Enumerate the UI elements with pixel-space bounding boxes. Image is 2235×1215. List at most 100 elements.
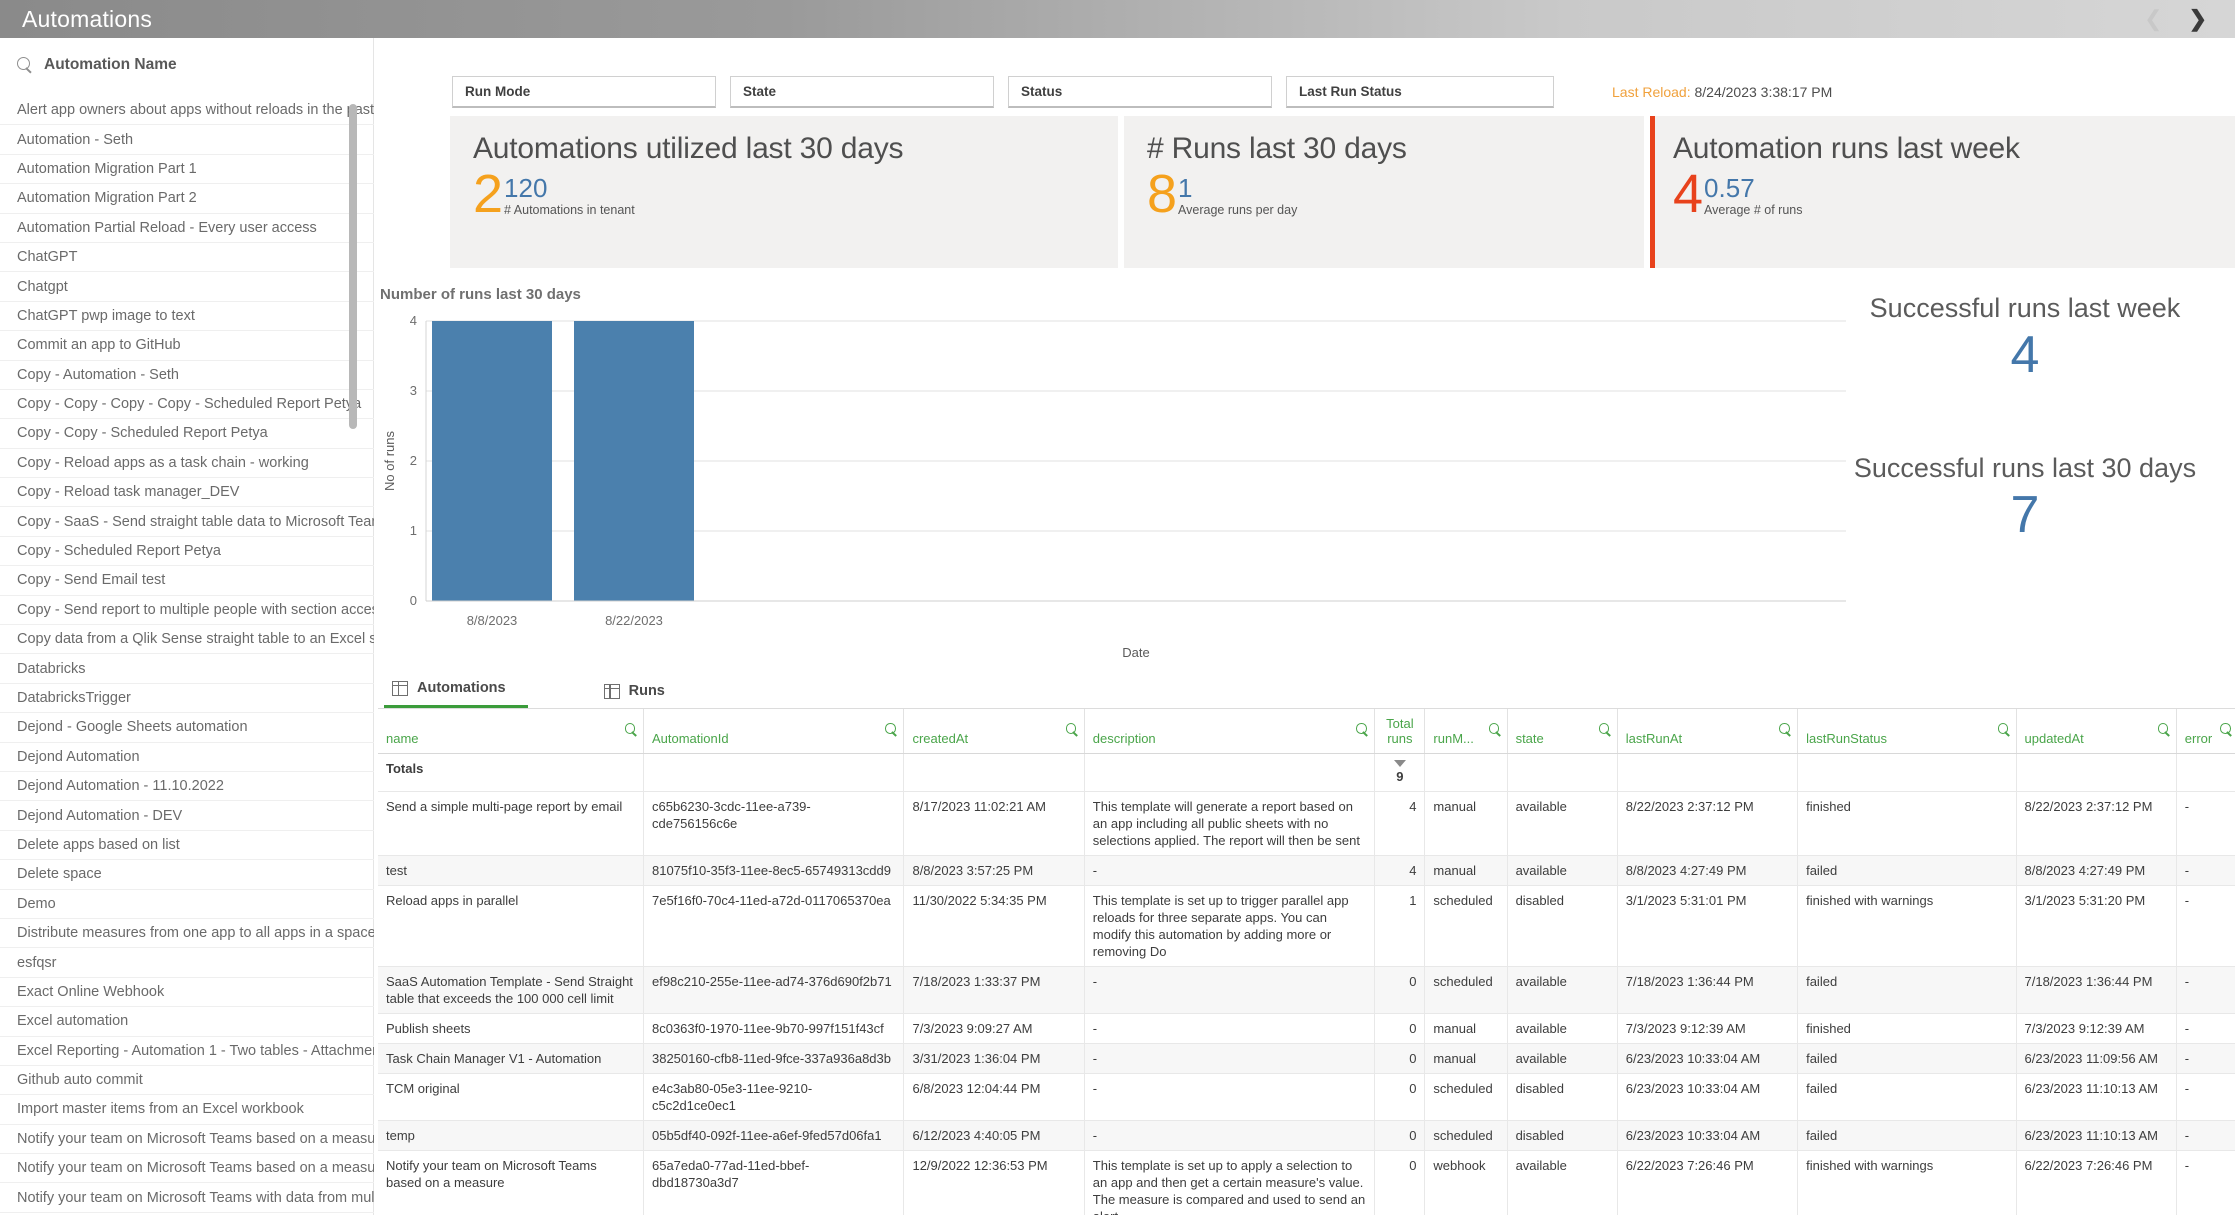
column-search-icon[interactable]: [1489, 723, 1501, 738]
column-search-icon[interactable]: [1356, 723, 1368, 738]
runs-bar-chart[interactable]: Number of runs last 30 days 012348/8/202…: [378, 278, 1858, 698]
column-search-icon[interactable]: [1066, 723, 1078, 738]
kpi-successful-runs-last-week[interactable]: Successful runs last week 4: [1840, 293, 2210, 386]
list-item[interactable]: Copy data from a Qlik Sense straight tab…: [0, 625, 374, 654]
filter-last-run-status[interactable]: Last Run Status: [1286, 76, 1554, 108]
list-item[interactable]: Delete space: [0, 860, 374, 889]
filterpane-scrollbar[interactable]: [349, 96, 357, 1215]
column-header-last_run_status[interactable]: lastRunStatus: [1798, 709, 2016, 753]
table-row[interactable]: Publish sheets8c0363f0-1970-11ee-9b70-99…: [378, 1013, 2235, 1043]
list-item[interactable]: Databricks: [0, 654, 374, 683]
list-item[interactable]: DatabricksTrigger: [0, 684, 374, 713]
filter-status[interactable]: Status: [1008, 76, 1272, 108]
table-row[interactable]: SaaS Automation Template - Send Straight…: [378, 966, 2235, 1013]
list-item[interactable]: Alert app owners about apps without relo…: [0, 96, 374, 125]
list-item[interactable]: Copy - Scheduled Report Petya: [0, 537, 374, 566]
list-item[interactable]: Import master items from an Excel workbo…: [0, 1095, 374, 1124]
list-item[interactable]: Copy - Copy - Scheduled Report Petya: [0, 419, 374, 448]
column-header-name[interactable]: name: [378, 709, 643, 753]
list-item[interactable]: Dejond - Google Sheets automation: [0, 713, 374, 742]
kpi-card-automations-utilized[interactable]: Automations utilized last 30 days 2 120 …: [450, 116, 1118, 268]
filter-state[interactable]: State: [730, 76, 994, 108]
list-item[interactable]: Exact Online Webhook: [0, 978, 374, 1007]
chevron-right-icon[interactable]: ❯: [2189, 8, 2207, 30]
search-icon[interactable]: [17, 57, 33, 73]
totals-cell-updated_at: [2016, 753, 2176, 791]
list-item[interactable]: Copy - Copy - Copy - Copy - Scheduled Re…: [0, 390, 374, 419]
list-item[interactable]: Dejond Automation - DEV: [0, 801, 374, 830]
list-item[interactable]: Delete apps based on list: [0, 831, 374, 860]
table-row[interactable]: temp05b5df40-092f-11ee-a6ef-9fed57d06fa1…: [378, 1120, 2235, 1150]
list-item[interactable]: Github auto commit: [0, 1066, 374, 1095]
list-item[interactable]: Chatgpt: [0, 272, 374, 301]
automations-table[interactable]: nameAutomationIdcreatedAtdescriptionTota…: [378, 708, 2235, 1215]
table-row[interactable]: Task Chain Manager V1 - Automation382501…: [378, 1043, 2235, 1073]
list-item[interactable]: Notify your team on Microsoft Teams base…: [0, 1125, 374, 1154]
list-item[interactable]: Copy - SaaS - Send straight table data t…: [0, 507, 374, 536]
list-item[interactable]: Notify your team on Microsoft Teams base…: [0, 1154, 374, 1183]
kpi-title: # Runs last 30 days: [1129, 116, 1644, 166]
table-row[interactable]: Send a simple multi-page report by email…: [378, 791, 2235, 855]
list-item[interactable]: Copy - Reload apps as a task chain - wor…: [0, 449, 374, 478]
column-header-created_at[interactable]: createdAt: [904, 709, 1084, 753]
kpi-title: Successful runs last 30 days: [1822, 453, 2228, 484]
column-header-updated_at[interactable]: updatedAt: [2016, 709, 2176, 753]
tab-automations[interactable]: Automations: [384, 680, 528, 708]
automation-name-list[interactable]: Alert app owners about apps without relo…: [0, 96, 374, 1215]
filterpane-header[interactable]: Automation Name: [0, 38, 373, 88]
column-header-automation_id[interactable]: AutomationId: [643, 709, 903, 753]
list-item[interactable]: Automation Migration Part 1: [0, 155, 374, 184]
list-item[interactable]: Automation - Seth: [0, 125, 374, 154]
kpi-card-automation-runs-last-week[interactable]: Automation runs last week 4 0.57 Average…: [1650, 116, 2235, 268]
list-item[interactable]: Dejond Automation - 11.10.2022: [0, 772, 374, 801]
y-tick-label: 2: [410, 453, 417, 468]
list-item[interactable]: esfqsr: [0, 948, 374, 977]
list-item[interactable]: ChatGPT pwp image to text: [0, 302, 374, 331]
kpi-card-runs-last-30-days[interactable]: # Runs last 30 days 8 1 Average runs per…: [1124, 116, 1644, 268]
table-row[interactable]: TCM originale4c3ab80-05e3-11ee-9210-c5c2…: [378, 1073, 2235, 1120]
tab-runs[interactable]: Runs: [596, 683, 687, 708]
cell-last_run_at: 7/3/2023 9:12:39 AM: [1617, 1013, 1797, 1043]
kpi-successful-runs-last-30-days[interactable]: Successful runs last 30 days 7: [1822, 453, 2228, 546]
column-header-error[interactable]: error: [2176, 709, 2235, 753]
list-item[interactable]: Excel Reporting - Automation 1 - Two tab…: [0, 1037, 374, 1066]
table-row[interactable]: Reload apps in parallel7e5f16f0-70c4-11e…: [378, 885, 2235, 966]
column-search-icon[interactable]: [2158, 723, 2170, 738]
column-header-description[interactable]: description: [1084, 709, 1375, 753]
list-item[interactable]: Automation Migration Part 2: [0, 184, 374, 213]
column-search-icon[interactable]: [625, 723, 637, 738]
bar[interactable]: [432, 321, 552, 601]
list-item[interactable]: Distribute measures from one app to all …: [0, 919, 374, 948]
filterpane-title: Automation Name: [44, 56, 177, 74]
list-item[interactable]: Excel automation: [0, 1007, 374, 1036]
column-search-icon[interactable]: [1779, 723, 1791, 738]
column-search-icon[interactable]: [1599, 723, 1611, 738]
table-row[interactable]: test81075f10-35f3-11ee-8ec5-65749313cdd9…: [378, 855, 2235, 885]
column-search-icon[interactable]: [1998, 723, 2010, 738]
chevron-left-icon[interactable]: ❮: [2144, 8, 2162, 30]
x-tick-label: 8/22/2023: [605, 613, 663, 628]
bar[interactable]: [574, 321, 694, 601]
column-header-state[interactable]: state: [1507, 709, 1617, 753]
list-item[interactable]: Copy - Send Email test: [0, 566, 374, 595]
column-search-icon[interactable]: [2220, 723, 2232, 738]
list-item[interactable]: Copy - Reload task manager_DEV: [0, 478, 374, 507]
table-row[interactable]: Notify your team on Microsoft Teams base…: [378, 1150, 2235, 1215]
scrollbar-thumb[interactable]: [349, 104, 357, 429]
cell-last_run_at: 6/22/2023 7:26:46 PM: [1617, 1150, 1797, 1215]
list-item[interactable]: Automation Partial Reload - Every user a…: [0, 214, 374, 243]
column-search-icon[interactable]: [885, 723, 897, 738]
list-item[interactable]: Demo: [0, 890, 374, 919]
column-header-total_runs[interactable]: Total runs: [1375, 709, 1425, 753]
totals-cell-last_run_at: [1617, 753, 1797, 791]
sort-desc-icon[interactable]: [1394, 760, 1406, 767]
column-header-run_mode[interactable]: runM...: [1425, 709, 1507, 753]
list-item[interactable]: Notify your team on Microsoft Teams with…: [0, 1183, 374, 1212]
list-item[interactable]: Copy - Send report to multiple people wi…: [0, 596, 374, 625]
filter-run-mode[interactable]: Run Mode: [452, 76, 716, 108]
list-item[interactable]: ChatGPT: [0, 243, 374, 272]
column-header-last_run_at[interactable]: lastRunAt: [1617, 709, 1797, 753]
list-item[interactable]: Dejond Automation: [0, 743, 374, 772]
list-item[interactable]: Copy - Automation - Seth: [0, 361, 374, 390]
list-item[interactable]: Commit an app to GitHub: [0, 331, 374, 360]
